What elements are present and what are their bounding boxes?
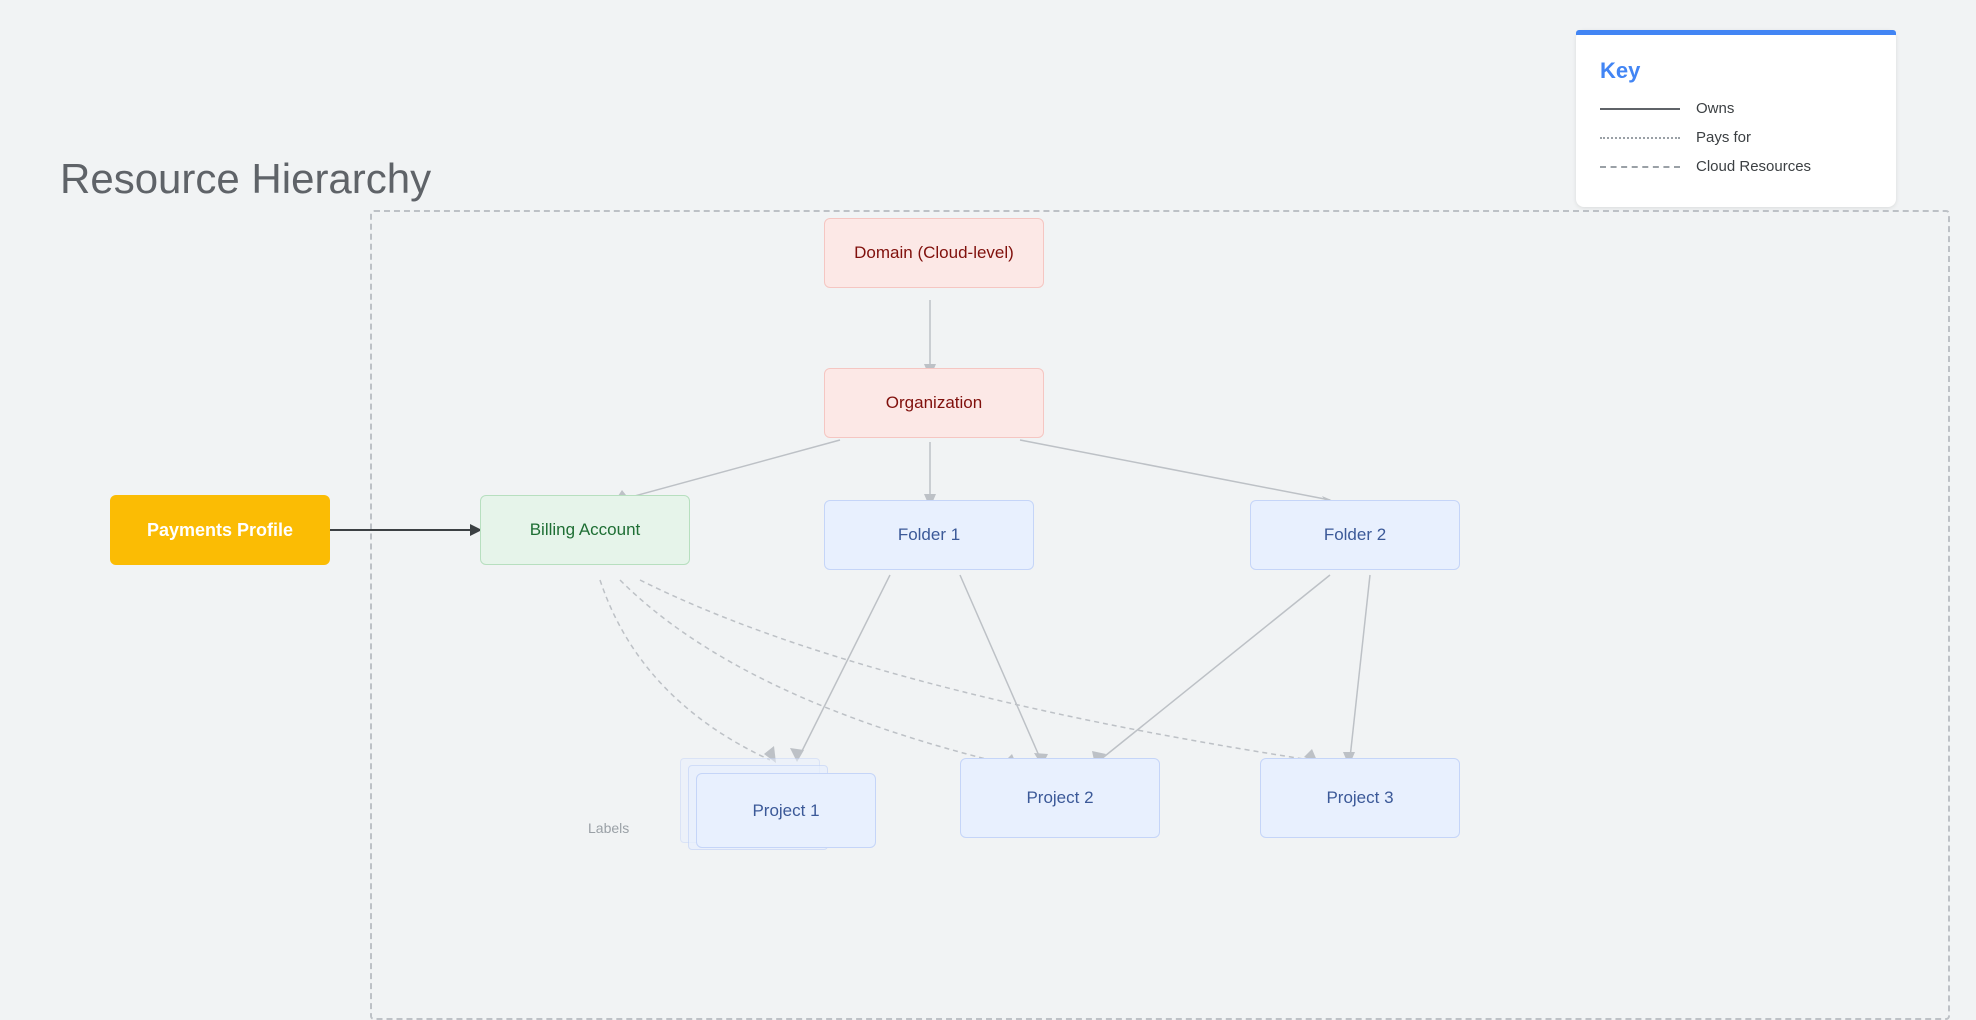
folder1-box: Folder 1 <box>824 500 1034 570</box>
page-title: Resource Hierarchy <box>60 155 431 203</box>
organization-label: Organization <box>886 393 982 413</box>
key-blue-bar <box>1576 30 1896 35</box>
domain-label: Domain (Cloud-level) <box>854 243 1014 263</box>
key-row-owns: Owns <box>1600 100 1872 117</box>
key-label-owns: Owns <box>1696 100 1734 117</box>
diagram: Payments Profile Billing Account Domain … <box>60 200 1936 1000</box>
payments-profile-box: Payments Profile <box>110 495 330 565</box>
key-row-pays: Pays for <box>1600 129 1872 146</box>
key-row-cloud: Cloud Resources <box>1600 158 1872 175</box>
billing-account-box: Billing Account <box>480 495 690 565</box>
key-label-cloud: Cloud Resources <box>1696 158 1811 175</box>
project2-box: Project 2 <box>960 758 1160 838</box>
project3-box: Project 3 <box>1260 758 1460 838</box>
project1-box: Project 1 <box>696 773 876 848</box>
cloud-resources-boundary <box>370 210 1950 1020</box>
folder1-label: Folder 1 <box>898 525 960 545</box>
project3-label: Project 3 <box>1326 788 1393 808</box>
project1-label: Project 1 <box>752 801 819 821</box>
labels-text: Labels <box>588 820 629 836</box>
domain-box: Domain (Cloud-level) <box>824 218 1044 288</box>
payments-profile-label: Payments Profile <box>147 520 293 541</box>
key-line-solid <box>1600 108 1680 110</box>
key-line-dotted <box>1600 137 1680 139</box>
key-box: Key Owns Pays for Cloud Resources <box>1576 30 1896 207</box>
organization-box: Organization <box>824 368 1044 438</box>
key-label-pays: Pays for <box>1696 129 1751 146</box>
folder2-label: Folder 2 <box>1324 525 1386 545</box>
labels-label: Labels <box>588 820 629 836</box>
project2-label: Project 2 <box>1026 788 1093 808</box>
key-title: Key <box>1600 58 1872 84</box>
key-line-dashed <box>1600 166 1680 168</box>
folder2-box: Folder 2 <box>1250 500 1460 570</box>
billing-account-label: Billing Account <box>530 520 641 540</box>
